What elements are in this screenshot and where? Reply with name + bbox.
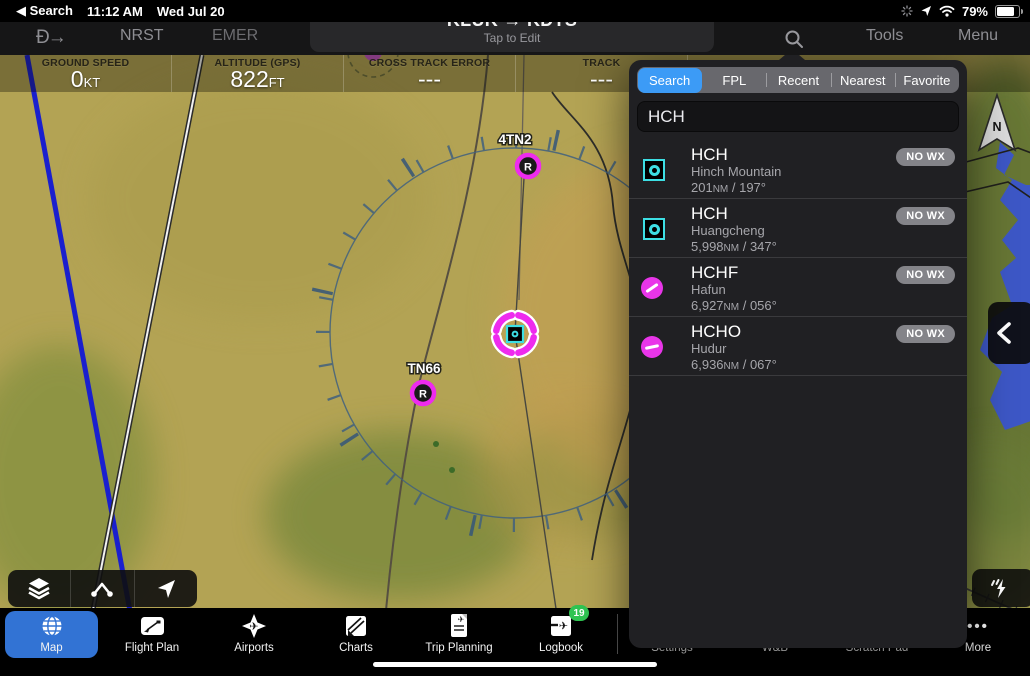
chevron-left-icon: [988, 316, 1022, 350]
flight-data-drawer-handle[interactable]: [988, 302, 1030, 364]
result-distance: 6,936NM / 067°: [691, 357, 777, 375]
storm-icon: [986, 575, 1012, 601]
tab-map[interactable]: Map: [5, 611, 98, 658]
map-tool-bar: [8, 570, 197, 607]
svg-text:N: N: [992, 120, 1001, 134]
obstacle-dot: [433, 441, 439, 447]
weather-radar-button[interactable]: [972, 569, 1030, 607]
status-bar: ◀ Search 11:12 AM Wed Jul 20 79%: [0, 0, 1030, 22]
result-name: Huangcheng: [691, 223, 777, 239]
result-ident: HCHF: [691, 263, 777, 282]
altitude-profile-icon: [89, 576, 115, 601]
result-name: Hinch Mountain: [691, 164, 781, 180]
tab-flight-plan[interactable]: Flight Plan: [104, 611, 200, 654]
tab-fpl[interactable]: FPL: [702, 67, 766, 93]
svg-text:✈: ✈: [559, 621, 568, 633]
data-field-altitude: ALTITUDE (GPS) 822FT: [172, 55, 344, 92]
direct-to-icon[interactable]: Ð→: [36, 27, 65, 49]
data-field-ground-speed: GROUND SPEED 0KT: [0, 55, 172, 92]
no-wx-badge: NO WX: [896, 148, 955, 166]
location-arrow-icon: [154, 577, 178, 601]
tab-nearest[interactable]: Nearest: [831, 67, 895, 93]
result-ident: HCH: [691, 145, 781, 164]
profile-view-button[interactable]: [71, 570, 134, 607]
search-popover: Search FPL Recent Nearest Favorite HCH H…: [629, 60, 967, 648]
search-input[interactable]: [637, 101, 959, 132]
tab-trip-planning[interactable]: ✈ Trip Planning: [411, 611, 507, 654]
location-arrow-icon: [920, 5, 932, 17]
layers-icon: [26, 576, 52, 601]
activity-spinner-icon: [901, 5, 913, 17]
search-result-row[interactable]: HCH Hinch Mountain 201NM / 197° NO WX: [629, 140, 967, 199]
obstacle-dot: [449, 467, 455, 473]
battery-icon: [995, 5, 1020, 18]
airport-icon: [641, 277, 663, 299]
airport-icon: [641, 336, 663, 358]
result-name: Hafun: [691, 282, 777, 298]
search-tabs: Search FPL Recent Nearest Favorite: [637, 67, 959, 93]
search-results-list: HCH Hinch Mountain 201NM / 197° NO WX HC…: [629, 140, 967, 376]
trip-planning-icon: ✈: [448, 613, 470, 639]
layers-button[interactable]: [8, 570, 71, 607]
nrst-button[interactable]: NRST: [120, 27, 164, 45]
result-ident: HCHO: [691, 322, 777, 341]
svg-text:✈: ✈: [458, 615, 465, 624]
more-dots-icon: •••: [967, 618, 989, 635]
nav-bar: Ð→ NRST EMER KLUK → KDTS Tap to Edit Too…: [0, 22, 1030, 55]
toolbar-divider: [617, 614, 618, 654]
status-time: 11:12 AM: [87, 4, 143, 19]
tab-charts[interactable]: Charts: [308, 611, 404, 654]
airport-beacon-icon: ✈: [241, 613, 267, 639]
tab-recent[interactable]: Recent: [766, 67, 830, 93]
emer-button[interactable]: EMER: [212, 27, 258, 45]
tab-logbook[interactable]: ✈ 19 Logbook: [513, 611, 609, 654]
result-ident: HCH: [691, 204, 777, 223]
result-distance: 201NM / 197°: [691, 180, 781, 198]
tools-button[interactable]: Tools: [866, 27, 903, 45]
battery-percent: 79%: [962, 4, 988, 19]
tab-search[interactable]: Search: [638, 68, 702, 93]
globe-icon: [39, 613, 65, 639]
route-subtitle: Tap to Edit: [310, 31, 714, 45]
tab-favorite[interactable]: Favorite: [895, 67, 959, 93]
home-indicator[interactable]: [373, 662, 657, 667]
svg-text:R: R: [419, 389, 427, 401]
menu-button[interactable]: Menu: [958, 27, 998, 45]
result-distance: 6,927NM / 056°: [691, 298, 777, 316]
no-wx-badge: NO WX: [896, 266, 955, 284]
status-date: Wed Jul 20: [157, 4, 225, 19]
svg-text:✈: ✈: [249, 621, 258, 633]
data-field-cross-track: CROSS TRACK ERROR ---: [344, 55, 516, 92]
no-wx-badge: NO WX: [896, 207, 955, 225]
search-result-row[interactable]: HCHO Hudur 6,936NM / 067° NO WX: [629, 317, 967, 376]
svg-text:TN66: TN66: [407, 361, 441, 376]
vor-icon: [643, 218, 665, 240]
logbook-badge: 19: [569, 605, 589, 621]
wifi-icon: [939, 5, 955, 17]
search-result-row[interactable]: HCHF Hafun 6,927NM / 056° NO WX: [629, 258, 967, 317]
center-on-ownship-button[interactable]: [135, 570, 197, 607]
charts-icon: [344, 614, 368, 638]
svg-text:4TN2: 4TN2: [498, 132, 531, 147]
flight-plan-icon: [139, 614, 166, 638]
svg-text:R: R: [524, 162, 532, 174]
tab-airports[interactable]: ✈ Airports: [206, 611, 302, 654]
search-icon[interactable]: [784, 29, 804, 49]
vor-icon: [643, 159, 665, 181]
result-name: Hudur: [691, 341, 777, 357]
result-distance: 5,998NM / 347°: [691, 239, 777, 257]
no-wx-badge: NO WX: [896, 325, 955, 343]
back-to-search-link[interactable]: ◀ Search: [16, 3, 73, 19]
search-result-row[interactable]: HCH Huangcheng 5,998NM / 347° NO WX: [629, 199, 967, 258]
logbook-icon: ✈: [549, 614, 573, 638]
